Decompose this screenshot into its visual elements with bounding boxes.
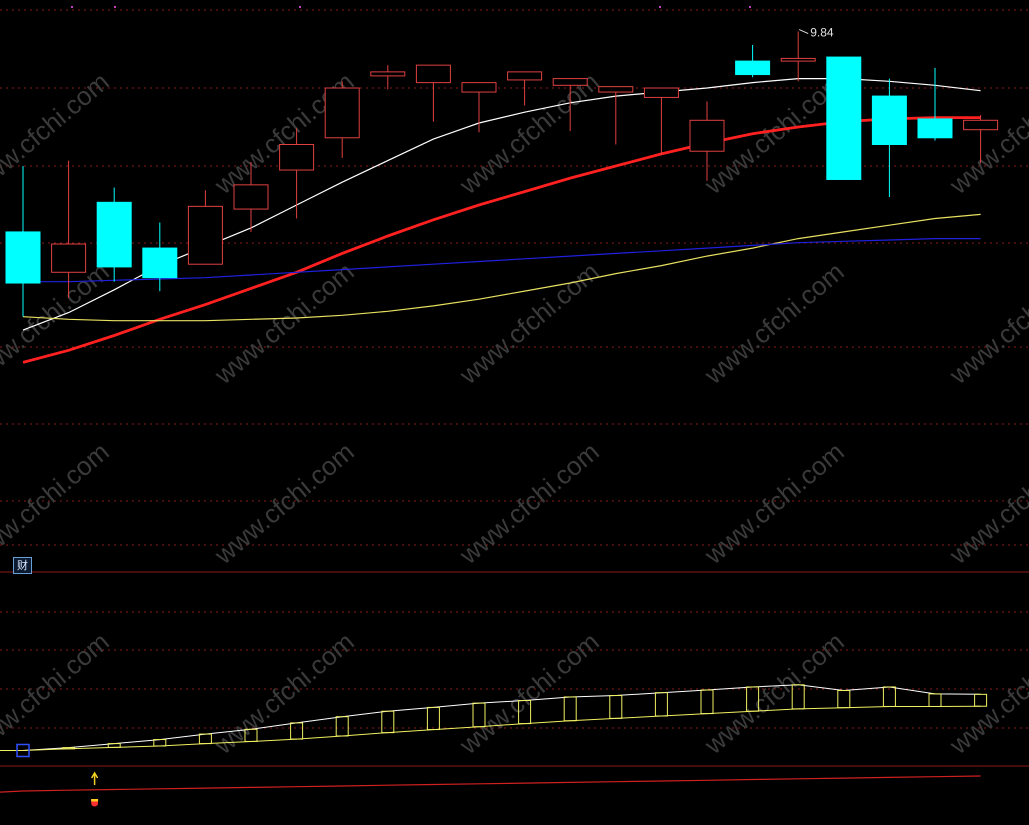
indicator-bar bbox=[335, 716, 349, 737]
indicator-bar bbox=[654, 692, 668, 717]
indicator-bar bbox=[153, 739, 167, 747]
candlestick[interactable] bbox=[826, 56, 862, 180]
candlestick[interactable] bbox=[643, 87, 679, 156]
peak-price-label: 9.84 bbox=[810, 26, 834, 40]
watermark: www.cfchi.com bbox=[943, 256, 1029, 390]
candlestick[interactable] bbox=[370, 65, 406, 90]
candle-body bbox=[598, 86, 634, 93]
watermark: www.cfchi.com bbox=[698, 436, 850, 570]
top-tick-dot bbox=[749, 6, 751, 8]
candlestick[interactable] bbox=[324, 81, 360, 158]
top-tick-dot bbox=[659, 6, 661, 8]
candlestick[interactable] bbox=[871, 78, 907, 197]
candle-body bbox=[415, 64, 451, 84]
indicator-bar bbox=[381, 710, 395, 734]
indicator-bar bbox=[426, 706, 440, 731]
indicator-bar bbox=[837, 690, 851, 709]
candle-body bbox=[780, 57, 816, 62]
candle-body bbox=[96, 201, 132, 268]
candle-body bbox=[461, 82, 497, 93]
candlestick[interactable] bbox=[415, 64, 451, 122]
watermark: www.cfchi.com bbox=[0, 436, 115, 570]
candle-body bbox=[51, 243, 87, 273]
indicator-bar bbox=[928, 693, 942, 707]
candle-body bbox=[324, 87, 360, 139]
candle-body bbox=[552, 78, 588, 86]
indicator-bar bbox=[882, 686, 896, 707]
watermark: www.cfchi.com bbox=[453, 626, 605, 760]
indicator-base-lead bbox=[0, 790, 24, 793]
candle-body bbox=[187, 205, 223, 265]
watermark: www.cfchi.com bbox=[208, 436, 360, 570]
indicator-badge[interactable]: 财 bbox=[13, 557, 32, 574]
candle-body bbox=[507, 71, 543, 81]
chart-canvas: www.cfchi.com www.cfchi.com www.cfchi.com w… bbox=[0, 6, 1029, 807]
candle-body bbox=[279, 144, 315, 171]
candle-body bbox=[917, 118, 953, 139]
watermark: www.cfchi.com bbox=[453, 256, 605, 390]
indicator-bar bbox=[609, 695, 623, 719]
candle-body bbox=[643, 87, 679, 98]
candle-body bbox=[142, 247, 178, 279]
candlestick[interactable] bbox=[735, 44, 771, 78]
top-tick-dot bbox=[114, 6, 116, 8]
candle-body bbox=[370, 71, 406, 77]
candle-body bbox=[735, 60, 771, 76]
signal-dot-cap bbox=[91, 799, 99, 802]
annotation-layer: 9.84 bbox=[798, 26, 834, 40]
watermark: www.cfchi.com bbox=[943, 436, 1029, 570]
candle-body bbox=[5, 231, 41, 284]
indicator-bar bbox=[290, 722, 304, 740]
watermark: www.cfchi.com bbox=[208, 626, 360, 760]
watermark-layer: www.cfchi.com www.cfchi.com www.cfchi.com w… bbox=[0, 66, 1029, 760]
watermark: www.cfchi.com bbox=[0, 626, 115, 760]
candlestick[interactable] bbox=[461, 82, 497, 133]
candlestick[interactable] bbox=[5, 166, 41, 317]
candle-body bbox=[826, 56, 862, 180]
candle-body bbox=[233, 184, 269, 210]
up-arrow-icon bbox=[90, 771, 99, 785]
watermark: www.cfchi.com bbox=[943, 626, 1029, 760]
watermark: www.cfchi.com bbox=[698, 626, 850, 760]
watermark: www.cfchi.com bbox=[453, 436, 605, 570]
candle-body bbox=[963, 119, 999, 131]
watermark: www.cfchi.com bbox=[0, 66, 115, 200]
candle-body bbox=[689, 119, 725, 152]
candlestick[interactable] bbox=[507, 71, 543, 106]
candlestick[interactable] bbox=[917, 67, 953, 141]
top-tick-dot bbox=[71, 6, 73, 8]
stock-chart-window: www.cfchi.com www.cfchi.com www.cfchi.com w… bbox=[0, 0, 1029, 825]
indicator-bar bbox=[563, 696, 577, 722]
candlestick[interactable] bbox=[142, 222, 178, 292]
watermark: www.cfchi.com bbox=[698, 256, 850, 390]
indicator-bar bbox=[700, 689, 714, 715]
top-tick-dot bbox=[299, 6, 301, 8]
indicator-base-line bbox=[22, 775, 981, 792]
watermark: www.cfchi.com bbox=[943, 66, 1029, 200]
candle-body bbox=[871, 95, 907, 145]
peak-pointer bbox=[798, 29, 809, 34]
candlestick[interactable] bbox=[187, 190, 223, 265]
